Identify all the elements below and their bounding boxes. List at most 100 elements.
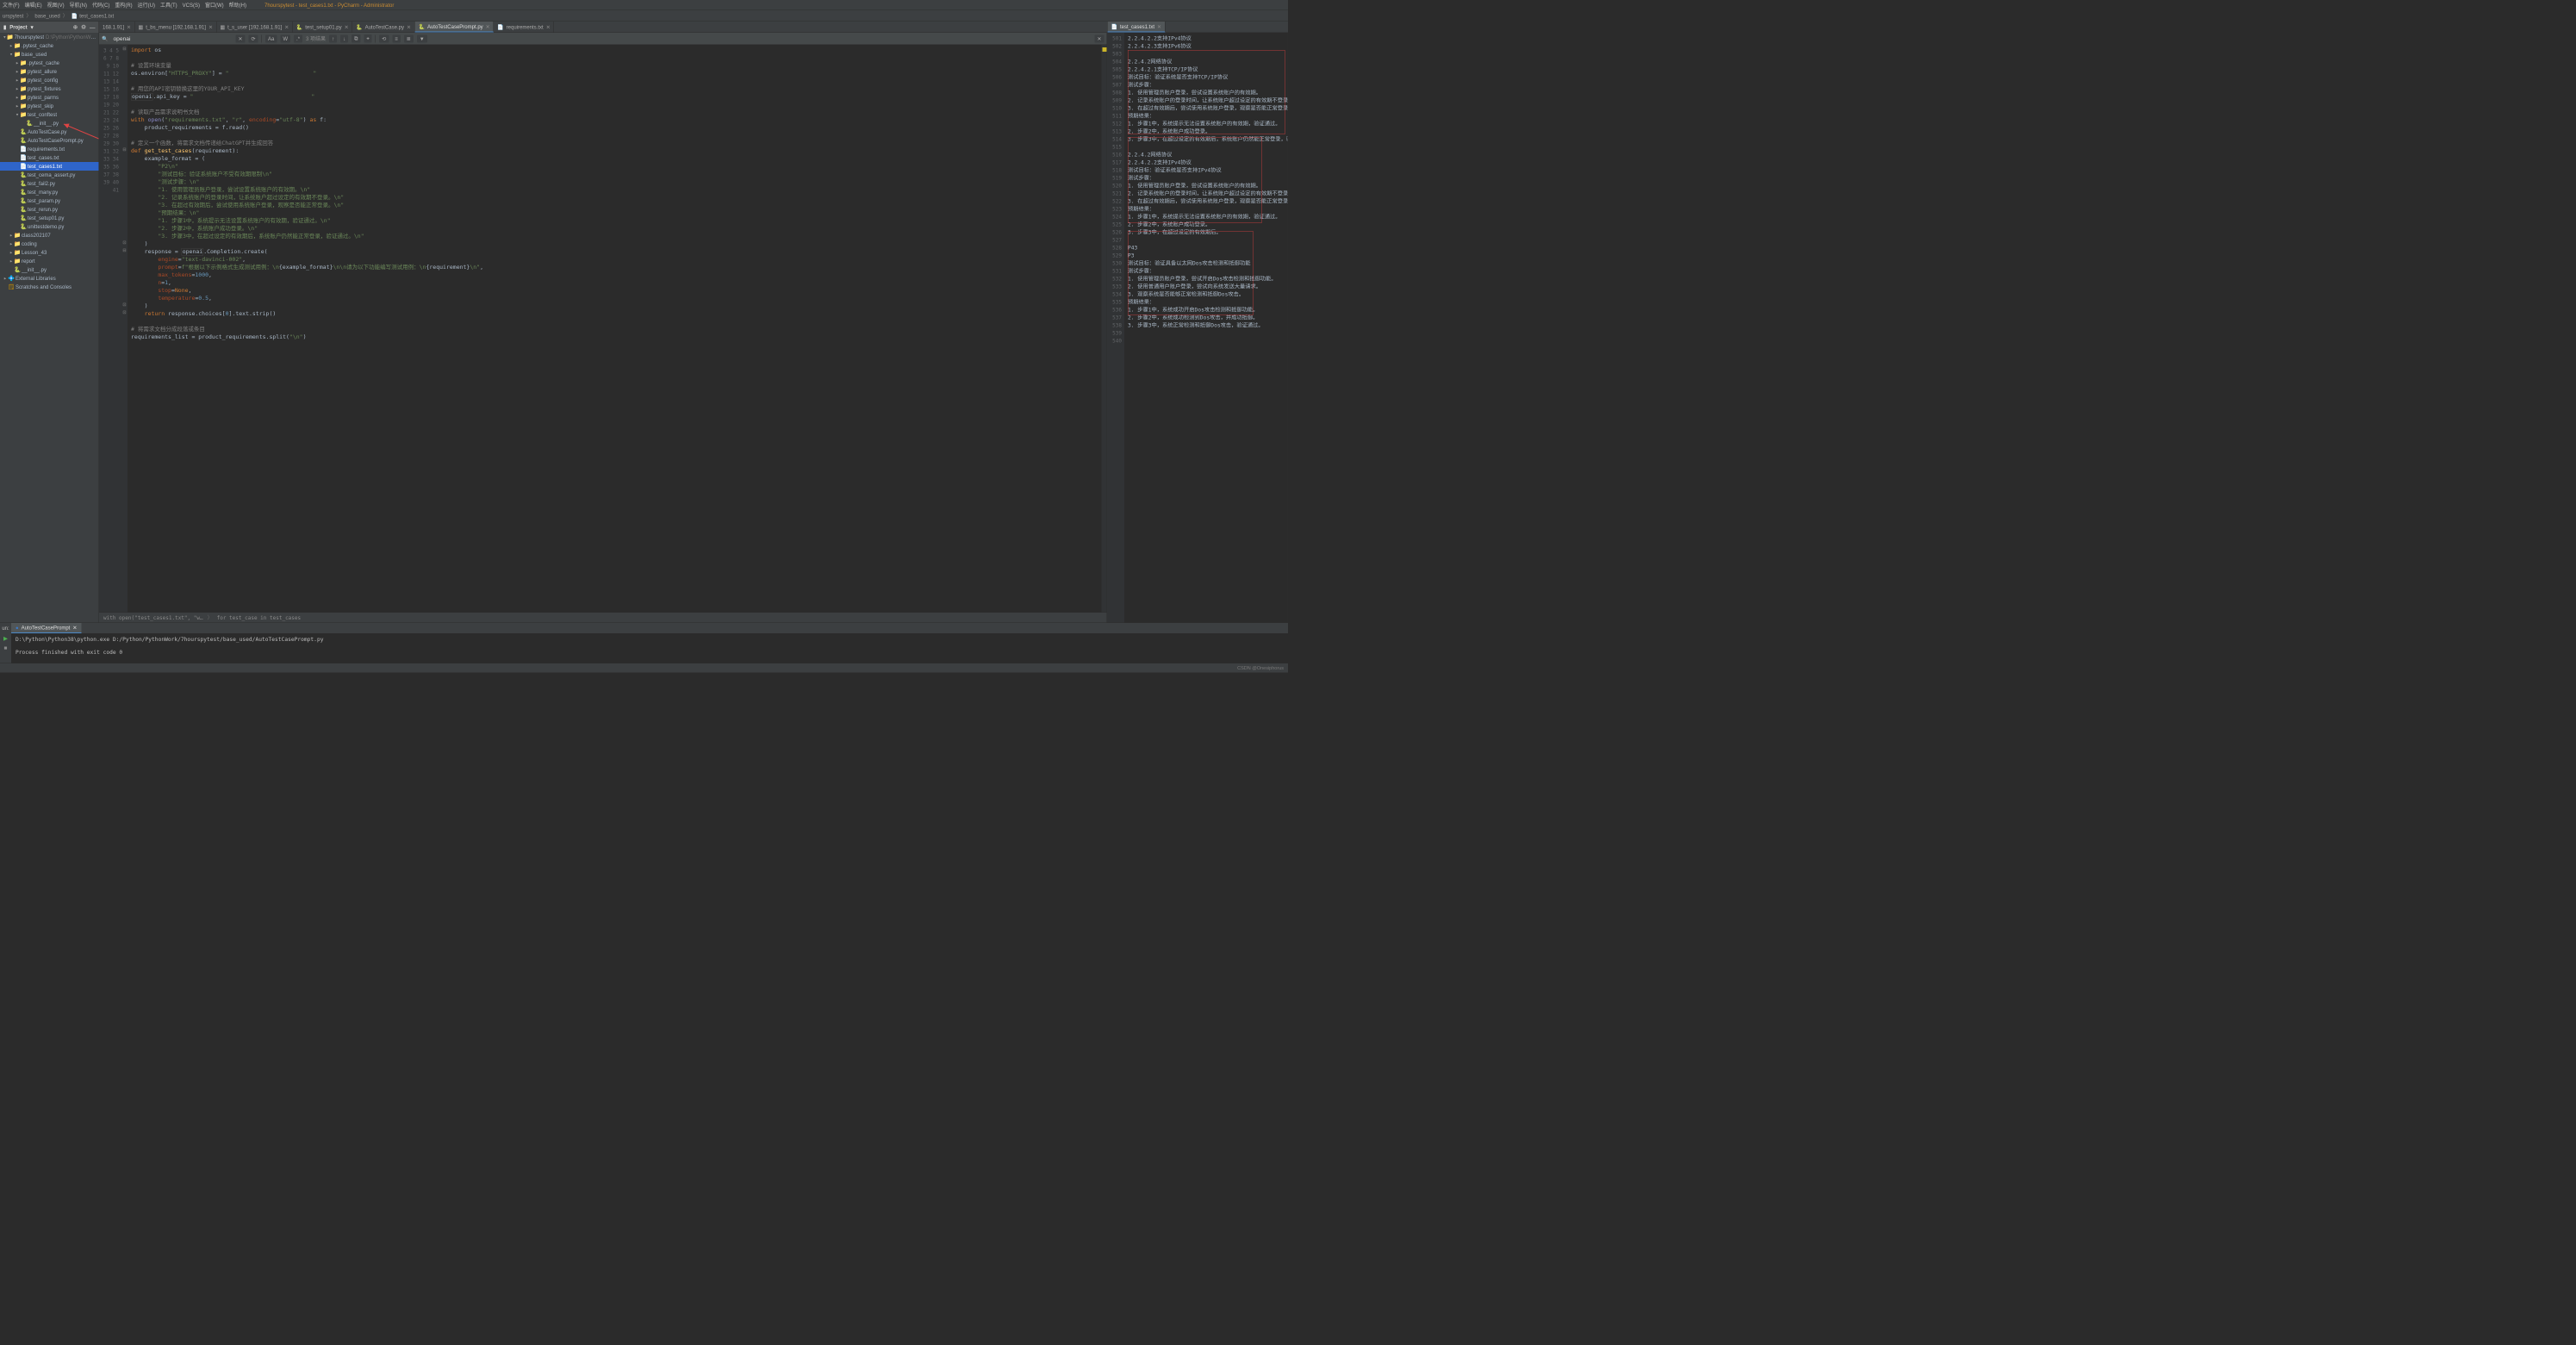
run-tool-label[interactable]: un: [0,626,11,632]
prev-search-icon[interactable]: ⟳ [249,34,258,42]
tree-item[interactable]: ▾📁base_used [0,50,99,59]
tree-item[interactable]: 🐍unittestdemo.py [0,222,99,231]
tree-item[interactable]: ▸📁pytest_config [0,76,99,84]
menu-code[interactable]: 代码(C) [92,2,109,9]
editor-tab[interactable]: 🐍test_setup01.py✕ [293,22,352,33]
clear-search-icon[interactable]: ✕ [235,34,245,42]
close-icon[interactable]: ✕ [1157,23,1161,29]
close-icon[interactable]: ✕ [72,625,77,631]
context-path-2[interactable]: for test_case in test_cases [217,614,302,620]
collapse-icon[interactable]: ⊕ [73,24,78,31]
close-findbar-icon[interactable]: ✕ [1094,34,1104,42]
editor-left-body[interactable]: 3 4 5 6 7 8 9 10 11 12 13 14 15 16 17 18… [99,45,1107,613]
python-icon: ● [16,625,19,631]
opt1-icon[interactable]: ≡ [392,34,401,42]
menu-edit[interactable]: 编辑(E) [25,2,42,9]
tree-item[interactable]: 🐍AutoTestCasePrompt.py [0,136,99,145]
project-tree[interactable]: ▾📁7hourspytestD:\Python\PythonWork\7hour… [0,33,99,623]
menu-refactor[interactable]: 重构(R) [115,2,132,9]
crumb-file[interactable]: 📄test_cases1.txt [72,13,115,19]
opt2-icon[interactable]: ≣ [404,34,414,42]
tree-item[interactable]: ▾📁7hourspytestD:\Python\PythonWork\7hour… [0,33,99,41]
menu-vcs[interactable]: VCS(S) [183,2,200,8]
search-input[interactable] [111,34,232,43]
tree-item[interactable]: 📄test_cases1.txt [0,162,99,171]
select-all-icon[interactable]: ⧉ [352,34,360,43]
minimap-left[interactable] [1102,45,1107,613]
editor-tab[interactable]: 🐍AutoTestCasePrompt.py✕ [414,22,494,33]
tree-item[interactable]: 🐍test_param.py [0,196,99,205]
close-icon[interactable]: ✕ [208,24,213,30]
tree-item[interactable]: ▸📁pytest_parms [0,93,99,102]
gear-icon[interactable]: ⚙ [81,24,86,31]
menu-view[interactable]: 视图(V) [47,2,65,9]
prev-match-icon[interactable]: ↑ [329,34,337,42]
match-case-button[interactable]: Aa [265,34,277,42]
tree-item[interactable]: ▸💠External Libraries [0,274,99,283]
dropdown-icon[interactable]: ▾ [31,24,34,30]
project-panel-header[interactable]: ▮ Project ▾ ⊕ ⚙ — [0,22,99,33]
tree-item[interactable]: 🐍test_setup01.py [0,214,99,222]
close-icon[interactable]: ✕ [127,24,131,30]
editor-tab[interactable]: 🐍AutoTestCase.py✕ [352,22,414,33]
code-left[interactable]: import os # 设置环境变量 os.environ["HTTPS_PRO… [128,45,1102,613]
hide-icon[interactable]: — [90,24,96,31]
menu-tools[interactable]: 工具(T) [160,2,177,9]
close-icon[interactable]: ✕ [486,23,490,29]
tree-item[interactable]: 🐍test_rerun.py [0,205,99,214]
menu-navigate[interactable]: 导航(N) [70,2,87,9]
menu-help[interactable]: 帮助(H) [229,2,246,9]
tree-item[interactable]: 🐍test_many.py [0,188,99,196]
filter-icon[interactable]: ⟲ [379,34,389,42]
editor-tab[interactable]: 📄requirements.txt✕ [494,22,554,33]
folder-icon: ▮ [3,24,6,30]
tree-item[interactable]: 🐍__init__.py [0,265,99,274]
tree-item[interactable]: ▸📁coding [0,240,99,248]
regex-button[interactable]: .* [294,34,302,42]
add-selection-icon[interactable]: ⌖ [364,34,371,43]
menu-window[interactable]: 窗口(W) [205,2,224,9]
stop-icon[interactable]: ■ [4,644,8,651]
statusbar: CSDN @Onesiphorus [0,663,1288,673]
editor-tab[interactable]: ▦t_s_user [192.168.1.91]✕ [216,22,292,33]
rerun-icon[interactable]: ▶ [3,635,8,642]
tree-item[interactable]: 🐍test_cema_assert.py [0,171,99,179]
run-output[interactable]: D:\Python\Python38\python.exe D:/Python/… [11,633,1288,663]
close-icon[interactable]: ✕ [345,24,349,30]
editor-tab[interactable]: 168.1.91]✕ [99,22,135,33]
py-icon: 🐍 [20,189,27,196]
tree-item[interactable]: 📄requirements.txt [0,145,99,153]
tree-item[interactable]: 🐍test_fail2.py [0,179,99,188]
context-path-1[interactable]: with open("test_cases1.txt", "w… [103,614,203,620]
code-right[interactable]: 2.2.4.2.2支持IPv4协议 2.2.4.2.3支持IPv6协议 2.2.… [1124,33,1288,623]
tree-item[interactable]: ▸📁report [0,257,99,265]
editor-tab[interactable]: ▦t_bs_menu [192.168.1.91]✕ [135,22,217,33]
run-tab[interactable]: ● AutoTestCasePrompt ✕ [11,623,81,633]
tree-label: test_param.py [28,198,60,204]
tree-item[interactable]: 🐍__init__.py [0,119,99,128]
crumb-project[interactable]: urspytest〉 [3,12,32,20]
tree-item[interactable]: ▾📁test_conftest [0,110,99,119]
tree-item[interactable]: ▸📁.pytest_cache [0,59,99,67]
tree-item[interactable]: 🗒Scratches and Consoles [0,283,99,291]
crumb-folder[interactable]: base_used〉 [34,12,68,20]
close-icon[interactable]: ✕ [284,24,289,30]
menu-run[interactable]: 运行(U) [138,2,155,9]
tree-item[interactable]: ▸📁class202107 [0,231,99,240]
tree-item[interactable]: ▸📁Lesson_43 [0,248,99,257]
tree-item[interactable]: 🐍AutoTestCase.py [0,128,99,136]
whole-word-button[interactable]: W [280,34,290,42]
menu-file[interactable]: 文件(F) [3,2,20,9]
tree-item[interactable]: ▸📁pytest_skip [0,102,99,110]
window-title: 7hourspytest - test_cases1.txt - PyCharm… [264,2,394,8]
next-match-icon[interactable]: ↓ [340,34,348,42]
tree-item[interactable]: ▸📁pytest_allure [0,67,99,76]
editor-right-body[interactable]: 501 502 503 504 505 506 507 508 509 510 … [1107,33,1288,623]
tree-item[interactable]: 📄test_cases.txt [0,153,99,162]
editor-tab[interactable]: 📄test_cases1.txt✕ [1108,22,1166,33]
tree-item[interactable]: ▸📁pytest_fixtures [0,84,99,93]
tree-item[interactable]: ▸📁.pytest_cache [0,41,99,50]
close-icon[interactable]: ✕ [546,24,551,30]
filter-funnel-icon[interactable]: ▼ [417,34,427,42]
close-icon[interactable]: ✕ [407,24,411,30]
